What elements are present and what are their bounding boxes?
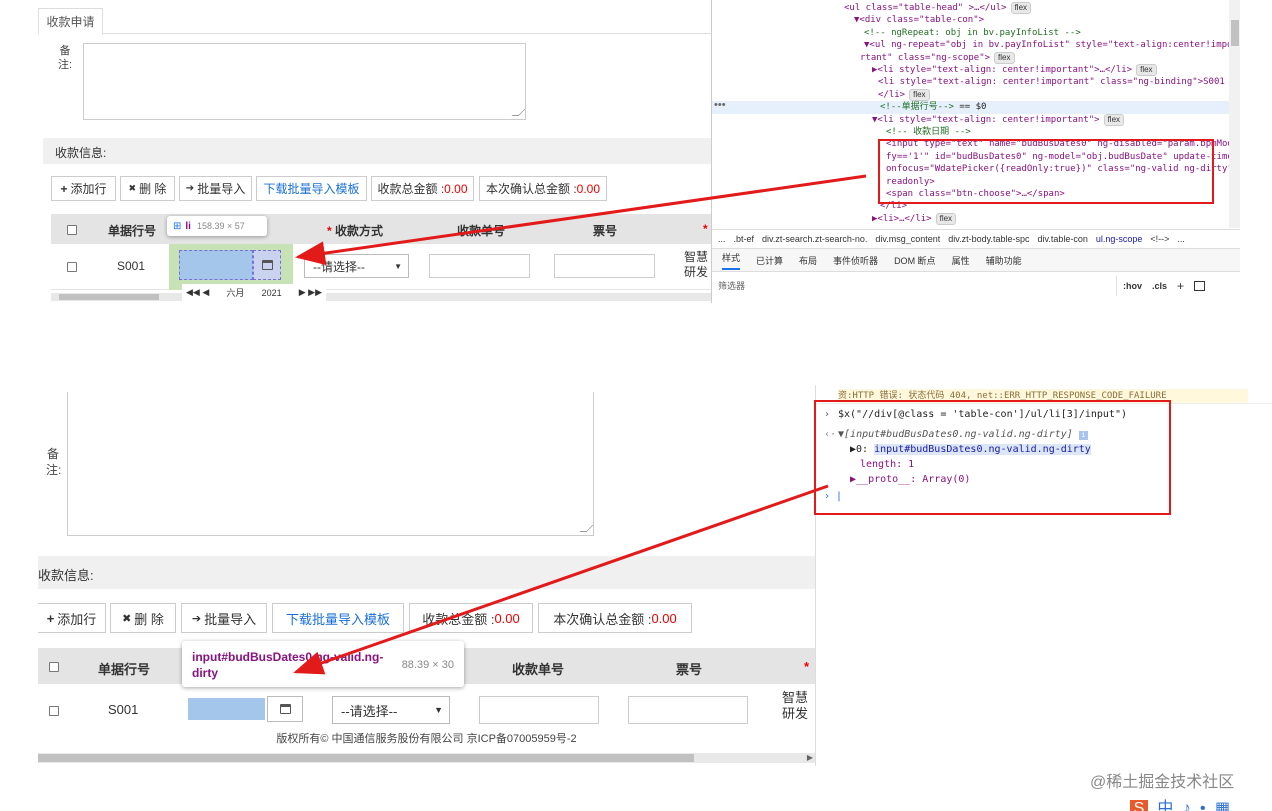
arrow-console-to-input bbox=[293, 484, 829, 675]
arrow-code-to-input bbox=[295, 174, 867, 266]
annotation-arrows bbox=[293, 174, 867, 675]
